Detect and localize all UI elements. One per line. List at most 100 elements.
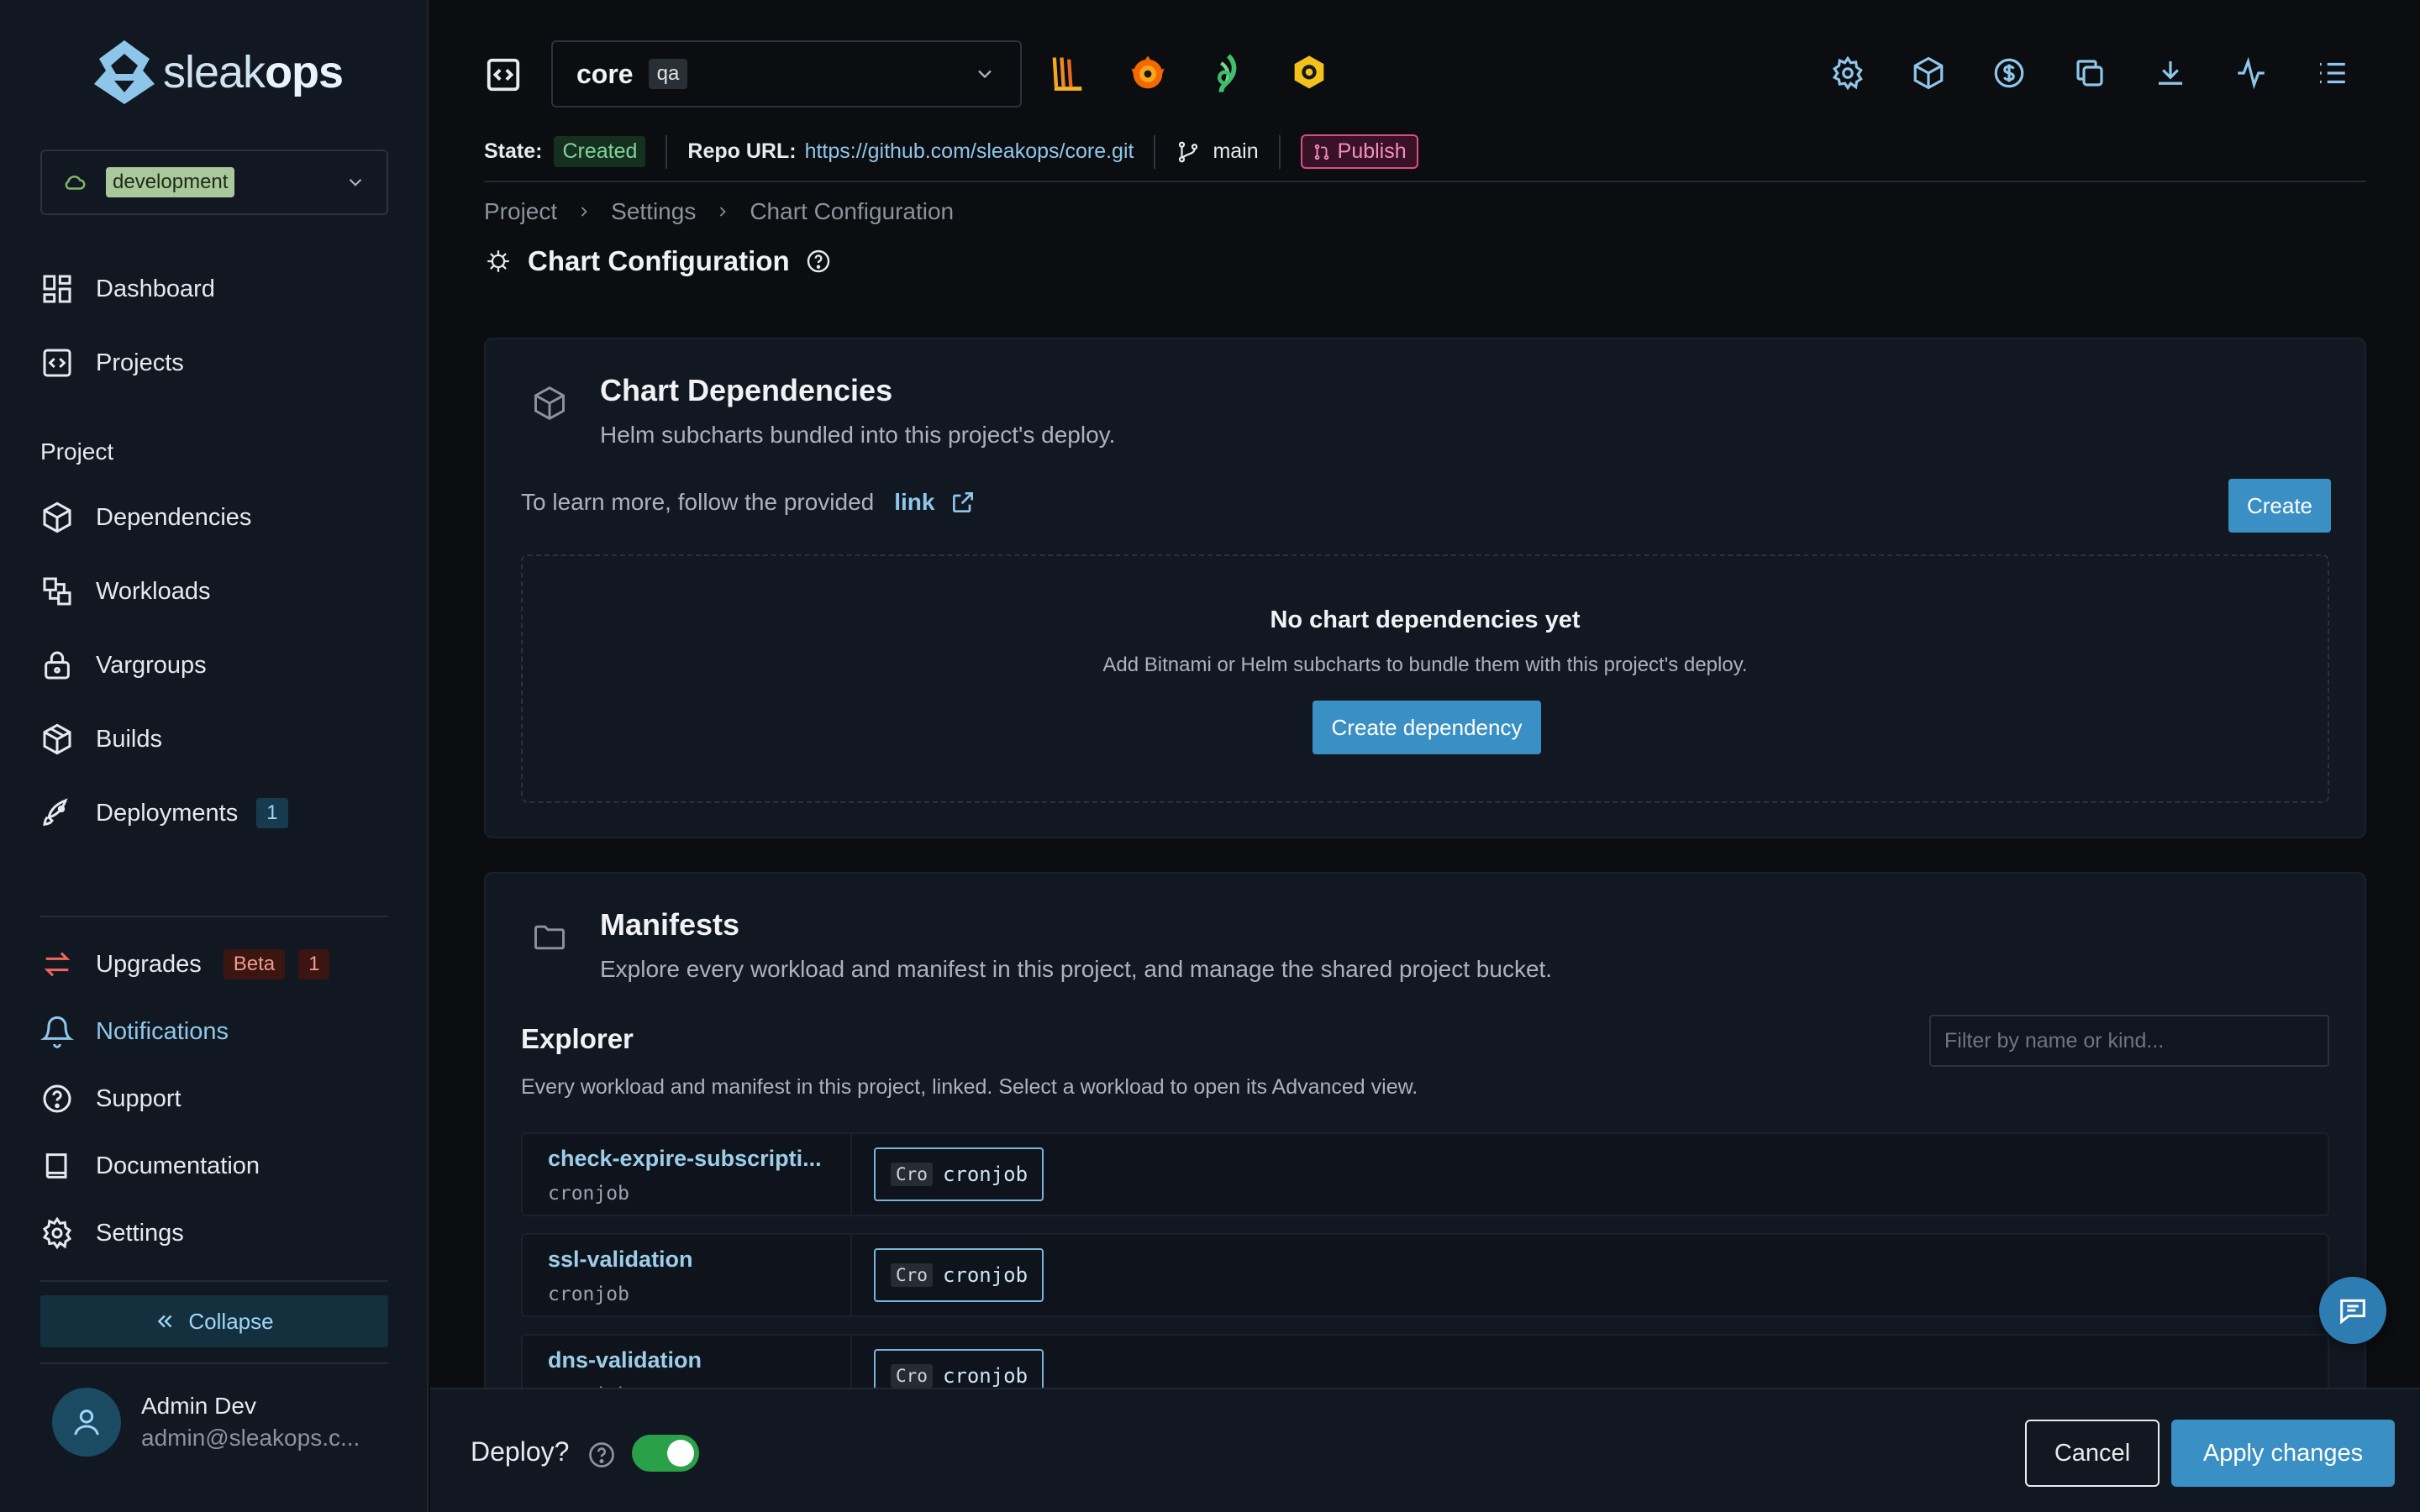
manifest-chip-label: cronjob [942,1364,1028,1388]
environment-select[interactable]: development [40,150,388,215]
sidebar-item-support[interactable]: Support [40,1082,182,1116]
cube-icon [43,501,71,533]
sidebar-item-builds[interactable]: Builds [40,722,162,756]
pull-request-icon [1314,144,1328,160]
header-divider [484,181,2366,182]
cancel-button[interactable]: Cancel [2025,1420,2160,1487]
explorer-title: Explorer [521,1023,634,1054]
workload-name[interactable]: check-expire-subscripti... [548,1146,842,1172]
sidebar-item-label: Notifications [96,1017,229,1045]
box-icon[interactable] [1911,55,1946,91]
repo-url-link[interactable]: https://github.com/sleakops/core.git [805,139,1134,164]
sidebar-item-deployments[interactable]: Deployments 1 [40,796,288,830]
docs-link[interactable]: link [894,489,934,516]
sidebar-item-vargroups[interactable]: Vargroups [40,648,207,682]
project-status-row: State: Created Repo URL: https://github.… [484,134,1418,169]
external-link-icon[interactable] [950,489,976,516]
brand-name: sleakops [163,47,344,97]
otel-icon[interactable] [1207,52,1250,96]
user-icon [74,1410,99,1436]
sidebar-item-settings[interactable]: Settings [40,1216,184,1250]
dollar-icon[interactable] [1991,55,2027,91]
divider [666,134,668,169]
sidebar-item-dashboard[interactable]: Dashboard [40,272,215,306]
code-box-icon[interactable] [484,55,523,94]
manifest-chip-label: cronjob [942,1163,1028,1186]
manifest-chip[interactable]: Cro cronjob [874,1147,1044,1201]
user-menu[interactable]: Admin Dev admin@sleakops.c... [52,1388,360,1457]
card-subtitle: Helm subcharts bundled into this project… [600,422,1116,448]
learn-more-text: To learn more, follow the provided [521,489,875,515]
manifests-card: Manifests Explore every workload and man… [484,872,2366,1393]
divider [850,1134,852,1215]
sidebar-item-label: Vargroups [96,651,207,679]
project-select[interactable]: core qa [551,40,1022,108]
sidebar-item-workloads[interactable]: Workloads [40,575,210,608]
list-icon[interactable] [2314,55,2349,91]
sidebar-item-dependencies[interactable]: Dependencies [40,501,251,534]
divider [1278,134,1281,169]
help-circle-icon[interactable] [805,248,832,275]
loki-icon[interactable] [1045,52,1089,96]
apply-changes-button[interactable]: Apply changes [2171,1420,2395,1487]
page-title-text: Chart Configuration [528,245,790,276]
sidebar-item-projects[interactable]: Projects [40,346,184,380]
environment-badge: development [106,167,235,197]
sidebar-item-label: Projects [96,349,184,376]
activity-icon[interactable] [2233,55,2269,91]
sidebar-item-notifications[interactable]: Notifications [40,1015,229,1048]
deployments-count-badge: 1 [256,798,288,828]
manifest-chip[interactable]: Cro cronjob [874,1349,1044,1391]
breadcrumb-item-project[interactable]: Project [484,198,557,225]
help-circle-icon[interactable] [587,1440,617,1470]
sidebar-item-documentation[interactable]: Documentation [40,1149,260,1183]
gear-icon [42,1216,72,1250]
sidebar-divider [40,1362,388,1364]
download-icon[interactable] [2153,55,2188,91]
table-row[interactable]: check-expire-subscripti... cronjob Cro c… [521,1132,2329,1216]
empty-state-subtitle: Add Bitnami or Helm subcharts to bundle … [1102,654,1748,676]
publish-label: Publish [1337,139,1407,163]
user-name: Admin Dev [141,1393,256,1419]
header-actions [1830,55,2349,91]
page-title: Chart Configuration [484,245,832,277]
learn-more-row: To learn more, follow the provided link [521,489,976,516]
prometheus-icon[interactable] [1287,52,1331,96]
deploy-toggle[interactable] [632,1435,699,1472]
card-subtitle: Explore every workload and manifest in t… [600,956,1553,982]
empty-state-title: No chart dependencies yet [1270,606,1581,633]
git-branch-icon [1179,141,1198,162]
manifest-chip[interactable]: Cro cronjob [874,1248,1044,1302]
chevron-down-icon [349,178,362,186]
chevron-right-icon [581,207,587,217]
chevron-right-icon [720,207,727,217]
create-button[interactable]: Create [2228,479,2331,533]
cube-icon [534,386,565,421]
create-dependency-button[interactable]: Create dependency [1313,701,1541,754]
workload-name[interactable]: dns-validation [548,1347,842,1373]
divider [850,1336,852,1391]
package-icon [43,723,71,755]
filter-input[interactable] [1929,1015,2329,1067]
gear-icon[interactable] [1830,55,1865,91]
copy-icon[interactable] [2072,55,2107,91]
breadcrumb: Project Settings Chart Configuration [484,198,954,225]
sidebar-item-label: Dashboard [96,275,215,302]
table-row[interactable]: ssl-validation cronjob Cro cronjob [521,1233,2329,1317]
dashboard-icon [43,275,71,303]
brand-logo[interactable]: sleakops [91,37,344,108]
kind-tag: Cro [891,1364,933,1388]
table-row[interactable]: dns-validation cronjob Cro cronjob [521,1334,2329,1391]
chevrons-left-icon [158,1315,172,1328]
upgrades-count-badge: 1 [298,949,330,979]
grafana-icon[interactable] [1126,52,1170,96]
sidebar-item-upgrades[interactable]: Upgrades Beta 1 [40,948,330,981]
avatar [52,1388,121,1457]
chat-button[interactable] [2319,1277,2386,1344]
breadcrumb-item-settings[interactable]: Settings [611,198,696,225]
collapse-button[interactable]: Collapse [40,1295,388,1347]
workload-name[interactable]: ssl-validation [548,1247,842,1273]
cloud-icon [65,176,86,190]
publish-button[interactable]: Publish [1300,134,1418,169]
tool-icons [1045,52,1331,96]
